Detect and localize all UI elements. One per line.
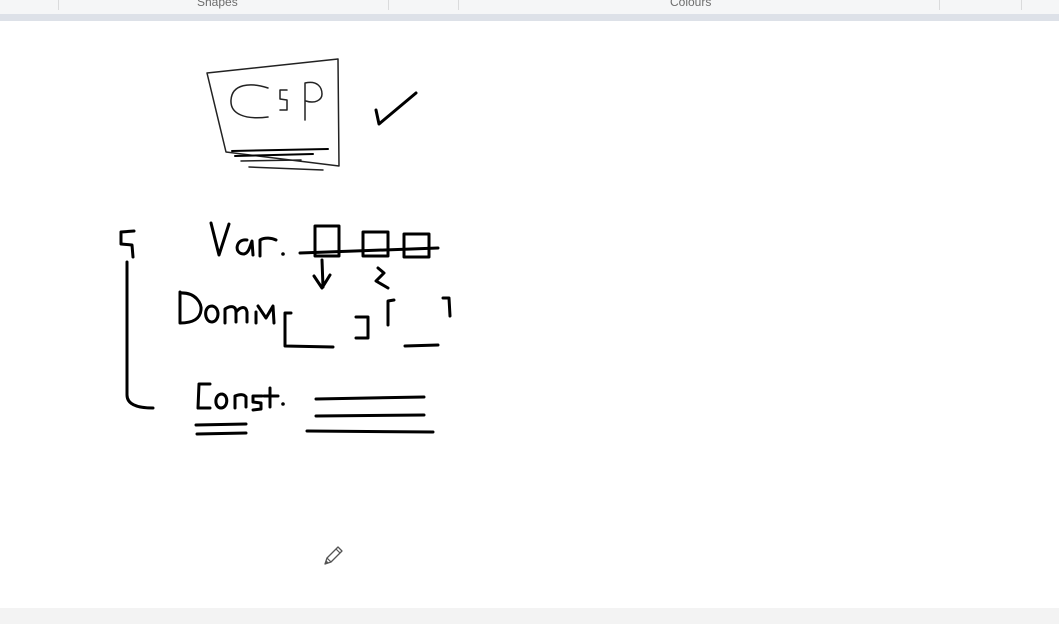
status-bar (0, 608, 1059, 624)
csp-sketch (206, 58, 340, 171)
checkmark-mark (374, 91, 418, 126)
pencil-icon (324, 546, 343, 565)
domain-label-sketch (178, 290, 276, 325)
domain-brackets-sketch (283, 296, 452, 349)
s-label-sketch (119, 229, 155, 410)
constraint-lines-sketch (305, 395, 435, 434)
variable-boxes-sketch (298, 224, 440, 290)
const-label-sketch (194, 382, 285, 436)
var-label-sketch (209, 221, 285, 258)
canvas-drawing (119, 58, 452, 436)
